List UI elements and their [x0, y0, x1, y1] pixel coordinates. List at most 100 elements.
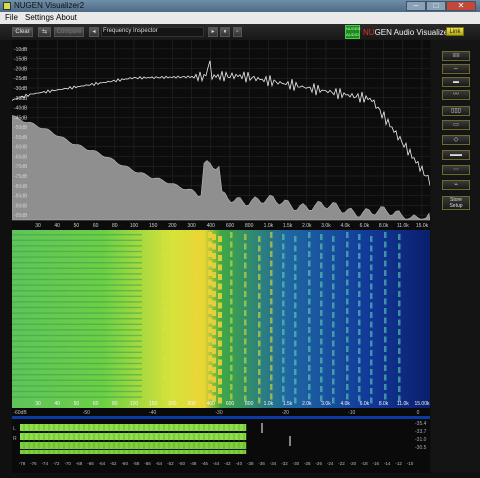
spectrogram-partial — [282, 243, 285, 250]
view-box-button[interactable]: ▭ — [442, 120, 470, 130]
spectrogram-partial — [358, 281, 361, 288]
spectrogram-partial — [294, 397, 297, 404]
spectrogram-partial — [370, 388, 373, 394]
spectrogram-partial — [244, 291, 247, 297]
spectrogram-partial — [398, 253, 401, 259]
spectrum-db-label: -85dB — [14, 194, 28, 200]
spectrogram[interactable]: 30 40 50 60 80 100 150 200 300 400 600 800 1.0k 1.5k 2… — [12, 230, 430, 408]
spectrogram-partial — [230, 346, 233, 352]
spectrogram-freq-label: 11.0k — [397, 401, 409, 407]
spectrogram-band — [12, 284, 142, 286]
spectrogram-partial — [258, 321, 261, 328]
spectrogram-partial — [398, 234, 401, 240]
spectrogram-partial — [384, 260, 387, 267]
spectrogram-freq-label: 300 — [187, 401, 196, 407]
spectrogram-band — [12, 346, 142, 348]
spectrum-freq-label: 400 — [207, 223, 216, 229]
view-scope-button[interactable]: ⌁ — [442, 180, 470, 190]
spectrogram-partial — [358, 243, 361, 250]
menu-about[interactable]: About — [56, 13, 77, 22]
menu-settings[interactable]: Settings — [25, 13, 54, 22]
view-bar-button[interactable]: ▬ — [442, 77, 470, 87]
spectrogram-partial — [384, 298, 387, 305]
spectrogram-partial — [398, 262, 401, 269]
view-bands-button[interactable]: ▯▯▯ — [442, 106, 470, 116]
spectrogram-partial — [208, 393, 212, 400]
spectrogram-partial — [384, 289, 387, 295]
meter-scale-bottom-label: -22 — [338, 461, 345, 466]
meter-scale-bottom-label: -14 — [384, 461, 391, 466]
maximize-button[interactable]: □ — [426, 1, 446, 11]
frequency-spectrum[interactable]: -10dB -15dB -20dB -25dB -30dB -35dB -40dB -45dB… — [12, 40, 430, 230]
view-dots-button[interactable]: ⋯ — [442, 165, 470, 175]
swap-button[interactable]: ⇆ — [38, 27, 51, 37]
spectrogram-partial — [212, 386, 216, 392]
spectrogram-partial — [294, 340, 297, 347]
meter-scale-bottom-label: -60 — [121, 461, 128, 466]
inspector-pause-button[interactable]: ⏸ — [220, 27, 230, 37]
minimize-button[interactable]: – — [406, 1, 426, 11]
spectrogram-partial — [370, 359, 373, 366]
spectrogram-partial — [258, 245, 261, 252]
spectrogram-partial — [208, 336, 212, 343]
spectrogram-partial — [294, 369, 297, 375]
spectrogram-partial — [398, 367, 401, 373]
spectrogram-freq-label: 200 — [168, 401, 177, 407]
inspector-next-button[interactable]: ▸ — [208, 27, 218, 37]
inspector-window-button[interactable]: ▫ — [233, 27, 242, 37]
view-lines-button[interactable]: ≡≡ — [442, 51, 470, 61]
spectrogram-partial — [218, 264, 222, 271]
spectrogram-band — [12, 357, 142, 359]
spectrogram-partial — [294, 245, 297, 252]
spectrogram-partial — [212, 262, 216, 269]
spectrogram-partial — [370, 312, 373, 318]
spectrogram-partial — [282, 319, 285, 326]
spectrum-db-label: -95dB — [14, 213, 28, 219]
spectrogram-partial — [294, 388, 297, 394]
menu-file[interactable]: File — [5, 13, 18, 22]
spectrogram-partial — [294, 302, 297, 309]
spectrogram-partial — [346, 279, 349, 286]
link-button[interactable]: Link — [446, 27, 464, 36]
spectrogram-band — [12, 379, 142, 381]
title-bar: NUGEN Visualizer2 – □ ✕ — [0, 0, 480, 12]
spectrogram-partial — [398, 319, 401, 326]
spectrogram-partial — [332, 283, 335, 290]
spectrogram-freq-label: 150 — [149, 401, 158, 407]
spectrogram-partial — [162, 346, 165, 352]
view-wave-button[interactable]: 〰 — [442, 90, 470, 100]
spectrogram-partial — [194, 369, 198, 375]
view-meter-button[interactable]: ▬▬ — [442, 150, 470, 160]
spectrogram-partial — [358, 319, 361, 326]
spectrogram-partial — [370, 331, 373, 337]
spectrogram-partial — [230, 374, 233, 381]
spectrum-db-label: -30dB — [14, 86, 28, 92]
spectrogram-partial — [308, 279, 311, 286]
spectrogram-partial — [230, 232, 233, 238]
spectrogram-partial — [212, 357, 216, 364]
store-setup-button[interactable]: Store Setup — [442, 196, 470, 210]
view-stereo-button[interactable]: ⇔ — [442, 64, 470, 74]
inspector-back-button[interactable]: ◂ — [89, 27, 99, 37]
spectrogram-partial — [398, 291, 401, 297]
spectrogram-partial — [208, 346, 212, 352]
spectrogram-freq-label: 50 — [74, 401, 80, 407]
spectrogram-partial — [282, 262, 285, 269]
spectrogram-partial — [180, 300, 183, 307]
spectrogram-freq-label: 60 — [93, 401, 99, 407]
meter-scale-top-label: -10 — [348, 410, 355, 416]
spectrum-freq-label: 3.0k — [321, 223, 331, 229]
meter-scale-bottom-label: -54 — [156, 461, 163, 466]
view-diamond-button[interactable]: ◇ — [442, 135, 470, 145]
close-button[interactable]: ✕ — [446, 1, 476, 11]
spectrogram-partial — [180, 329, 183, 335]
spectrogram-partial — [218, 340, 222, 347]
meter-scale-bottom-label: -38 — [247, 461, 254, 466]
spectrum-freq-label: 100 — [130, 223, 139, 229]
spectrogram-partial — [194, 312, 198, 318]
clear-button[interactable]: Clear — [12, 27, 33, 37]
spectrum-db-label: -80dB — [14, 184, 28, 190]
spectrogram-partial — [398, 281, 401, 288]
compare-button[interactable]: Compare — [54, 27, 84, 37]
spectrogram-partial — [244, 300, 247, 307]
